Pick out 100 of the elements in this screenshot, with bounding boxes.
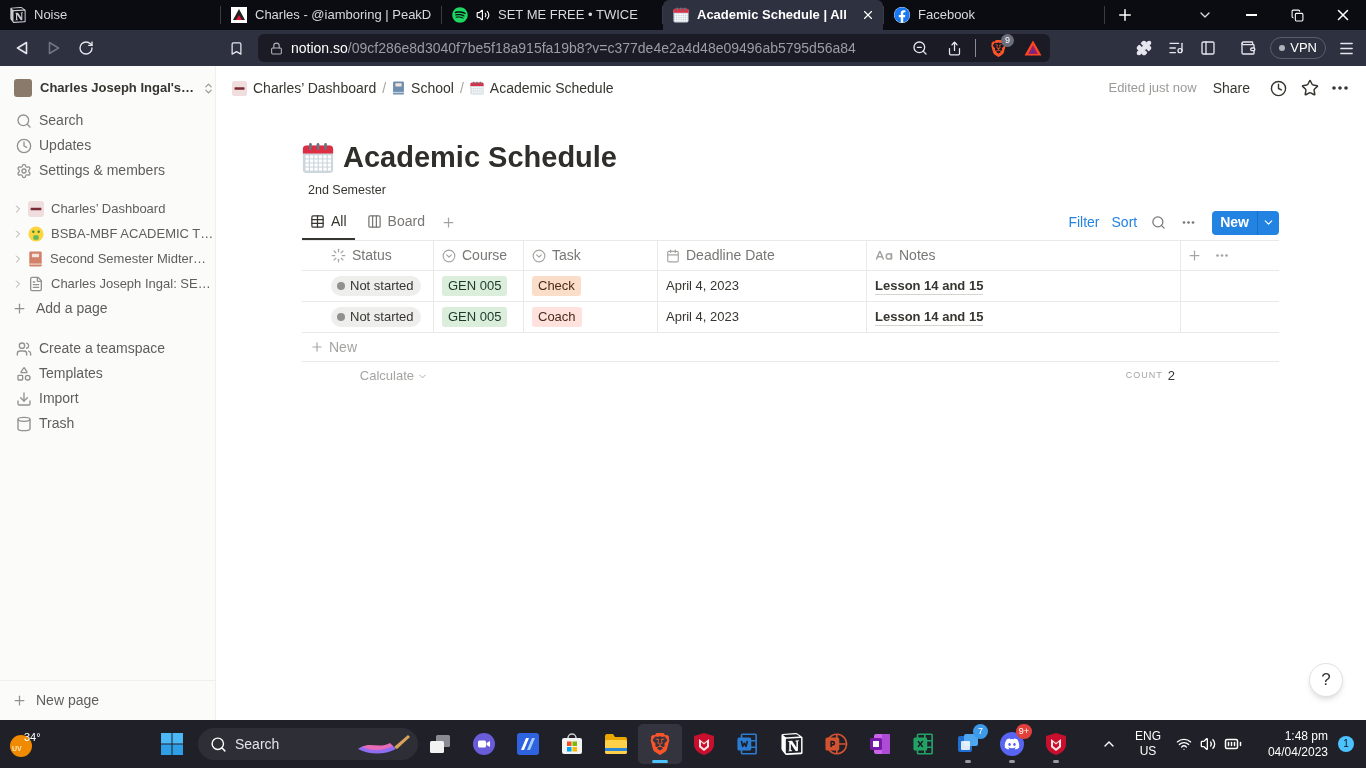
columns-icon [366, 214, 382, 229]
row-title-link[interactable]: Lesson 14 and 15 [875, 308, 984, 326]
view-tab[interactable]: All [302, 205, 355, 240]
breadcrumb-link[interactable]: Academic Schedule [467, 77, 616, 99]
page-item[interactable]: BSBA-MBF ACADEMIC T… [0, 221, 215, 246]
plus-icon [310, 340, 324, 354]
more-icon [1181, 221, 1195, 224]
book-icon [392, 81, 406, 95]
sort-button[interactable]: Sort [1106, 212, 1143, 233]
plus-icon [440, 215, 456, 230]
edited-status: Edited just now [1108, 79, 1197, 98]
playlist-icon [1168, 40, 1185, 56]
minimize-icon [1245, 14, 1257, 16]
panel-icon [1200, 40, 1217, 56]
share-icon [946, 40, 962, 56]
circle-chevron-icon [442, 248, 456, 263]
powerpoint-logo-icon [823, 731, 849, 757]
notion-logo-icon [781, 733, 803, 755]
task-view-icon [429, 734, 451, 754]
url-text: notion.so/09cf286e8d3040f7be5f18a915fa19b8?v=c377de4e2a4d48e09496ab5795d56a84 [291, 38, 856, 58]
browser-tab[interactable]: Facebook [884, 0, 1104, 30]
folder-icon [604, 733, 628, 755]
volume-icon[interactable] [1200, 736, 1216, 752]
clock-button[interactable]: 1:48 pm 04/04/2023 [1256, 724, 1328, 764]
triangle-logo-icon [231, 7, 247, 23]
sidebar-item[interactable]: Updates [0, 133, 215, 158]
column-header[interactable]: Task [532, 245, 581, 266]
column-header[interactable]: Deadline Date [666, 245, 775, 266]
page-item[interactable]: Charles’ Dashboard [0, 196, 215, 221]
close-icon[interactable] [861, 8, 875, 22]
paintbrush-icon [356, 733, 412, 755]
puzzle-icon [1136, 40, 1153, 56]
calendar-icon [302, 142, 334, 174]
shields-button[interactable]: 9 [984, 36, 1012, 60]
view-tab[interactable]: Board [358, 205, 433, 240]
clock-icon [1269, 79, 1287, 97]
notification-badge: 7 [973, 724, 988, 739]
shield-icon [692, 732, 716, 756]
column-header[interactable]: Status [331, 245, 392, 266]
date-text: April 4, 2023 [666, 277, 739, 296]
triangle-logo-icon[interactable] [1024, 40, 1042, 56]
help-button[interactable]: ? [1309, 663, 1343, 697]
more-icon [1332, 86, 1348, 90]
new-button[interactable]: New [1212, 210, 1258, 235]
filter-button[interactable]: Filter [1063, 212, 1105, 233]
plus-icon [1187, 248, 1202, 263]
column-header[interactable]: Course [442, 245, 508, 266]
plus-icon [12, 693, 27, 708]
loader-icon [331, 248, 346, 263]
count-value: 2 [1167, 367, 1175, 386]
browser-tab[interactable]: Charles - @iamboring | PeakD [221, 0, 441, 30]
breadcrumb-separator: / [382, 78, 387, 98]
language-indicator[interactable]: ENG US [1128, 724, 1168, 764]
page-description: 2nd Semester [307, 182, 387, 199]
sidebar-item[interactable]: Trash [0, 411, 215, 436]
card-icon [28, 200, 44, 217]
search-icon [210, 735, 227, 753]
status-text: Not started [350, 308, 414, 327]
table-icon [310, 214, 325, 229]
browser-tab[interactable]: SET ME FREE • TWICE [442, 0, 662, 30]
slanted-stripes-icon [516, 732, 540, 756]
zoom-out-icon [912, 40, 928, 56]
add-page-button[interactable]: Add a page [0, 296, 215, 321]
spotify-logo-icon [452, 7, 468, 23]
search-field[interactable]: Search [198, 728, 418, 760]
sidebar-item[interactable]: Import [0, 386, 215, 411]
notification-badge[interactable]: 1 [1338, 736, 1354, 752]
shields-count-badge: 9 [1001, 34, 1014, 47]
count-label: COUNT [1125, 369, 1163, 383]
face-icon [28, 225, 44, 242]
address-field[interactable]: notion.so/09cf286e8d3040f7be5f18a915fa19b8?v=c377de4e2a4d48e09496ab5795d56a84 9 [258, 34, 1050, 62]
row-title-link[interactable]: Lesson 14 and 15 [875, 277, 984, 295]
sidebar-item[interactable]: Templates [0, 361, 215, 386]
new-options-button[interactable] [1258, 210, 1279, 235]
sidebar-item[interactable]: Settings & members [0, 158, 215, 183]
page-item[interactable]: Charles Joseph Ingal: SE… [0, 271, 215, 296]
breadcrumb-separator: / [459, 78, 464, 98]
wifi-icon[interactable] [1176, 736, 1192, 752]
restore-icon [1290, 8, 1304, 22]
avatar-placeholder [14, 79, 32, 97]
browser-tab[interactable]: Noise [0, 0, 220, 30]
browser-tab[interactable]: Academic Schedule | All [663, 0, 883, 30]
sidebar-item[interactable]: Create a teamspace [0, 336, 215, 361]
plus-icon [1116, 6, 1134, 24]
breadcrumb-link[interactable]: School [390, 77, 456, 99]
more-icon [1216, 254, 1228, 257]
workspace-switcher[interactable]: Charles Joseph Ingal's… [4, 70, 211, 106]
taskbar-app[interactable] [638, 724, 682, 764]
column-header[interactable]: Notes [875, 245, 936, 266]
notification-badge: 9+ [1015, 724, 1032, 739]
shield-icon [1044, 732, 1068, 756]
book-icon [28, 250, 43, 267]
card-icon [232, 80, 247, 96]
breadcrumb-link[interactable]: Charles’ Dashboard [230, 77, 379, 99]
share-button[interactable]: Share [1212, 77, 1250, 99]
page-item[interactable]: Second Semester Midter… [0, 246, 215, 271]
taskbar-app[interactable]: 9+ [990, 724, 1034, 764]
people-icon [16, 340, 32, 357]
sidebar-item[interactable]: Search [0, 108, 215, 133]
lock-icon [270, 41, 283, 55]
